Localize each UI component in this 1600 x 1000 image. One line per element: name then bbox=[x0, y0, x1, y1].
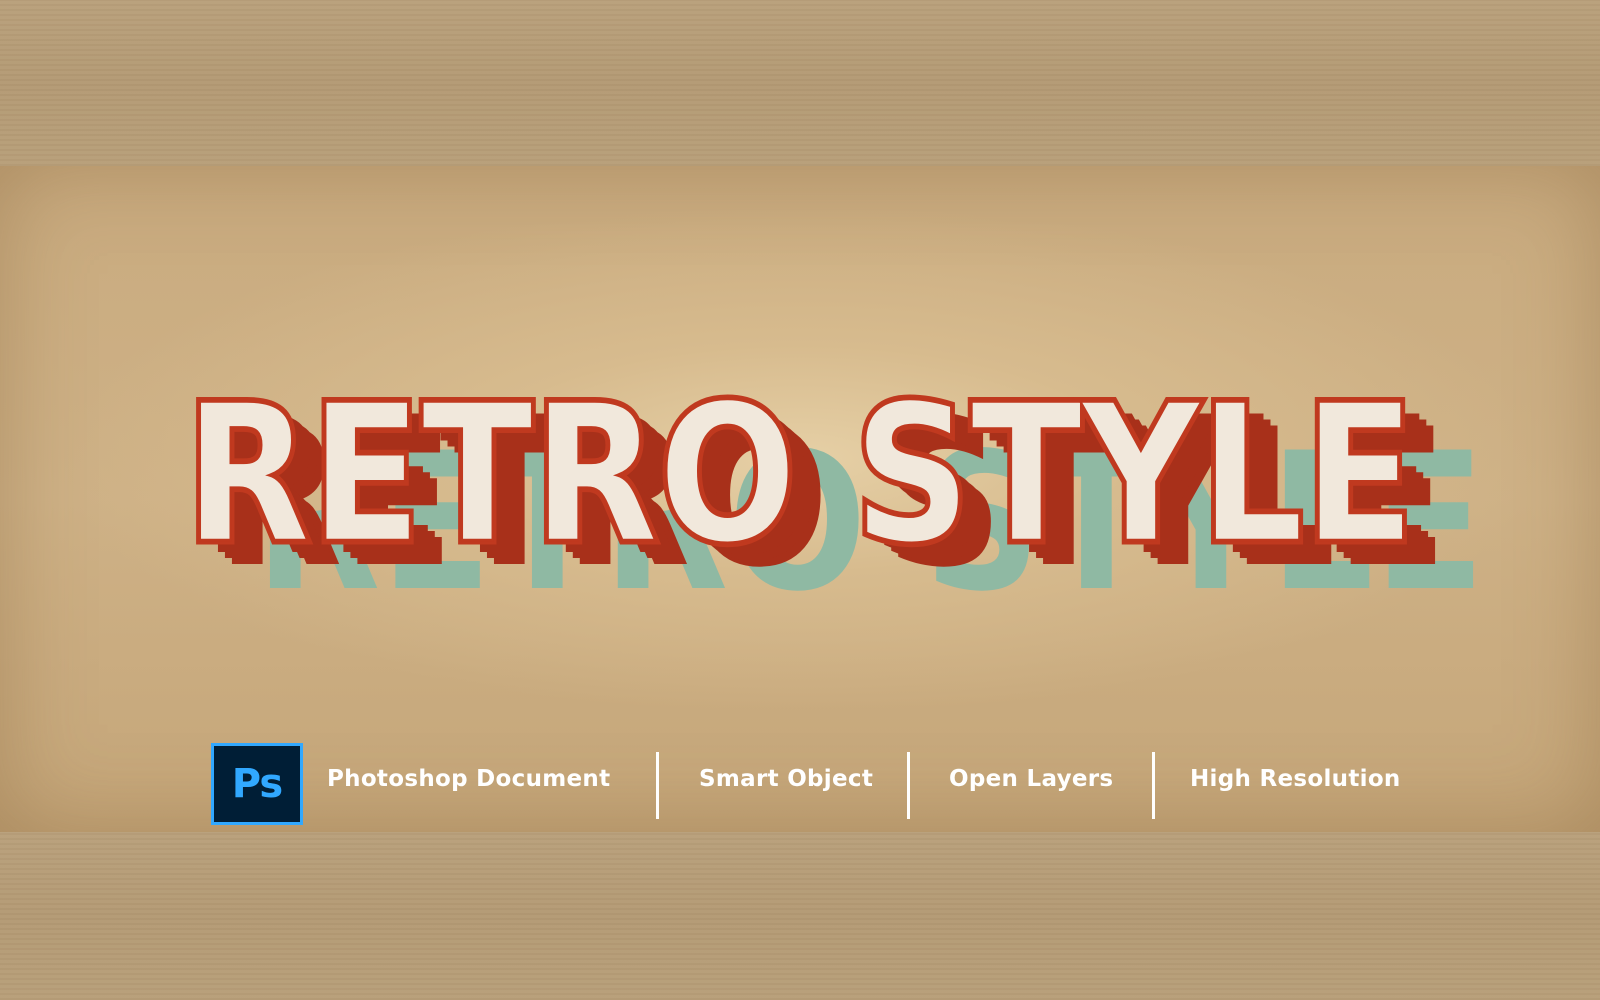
divider bbox=[656, 752, 659, 819]
feature-bar: Ps Photoshop Document Smart Object Open … bbox=[0, 740, 1600, 825]
feature-label-open-layers: Open Layers bbox=[949, 766, 1114, 792]
divider bbox=[907, 752, 910, 819]
headline-artwork: RETRO STYLE RETRO STYLE RETRO STYLE RETR… bbox=[0, 350, 1600, 611]
photoshop-logo-icon: Ps bbox=[211, 743, 303, 825]
feature-label-high-resolution: High Resolution bbox=[1190, 766, 1401, 792]
bottom-texture-band bbox=[0, 832, 1600, 1000]
feature-label-photoshop-document: Photoshop Document bbox=[327, 766, 611, 792]
headline-inner-line: RETRO STYLE bbox=[185, 364, 1415, 585]
divider bbox=[1152, 752, 1155, 819]
top-texture-band bbox=[0, 0, 1600, 166]
feature-label-smart-object: Smart Object bbox=[699, 766, 874, 792]
